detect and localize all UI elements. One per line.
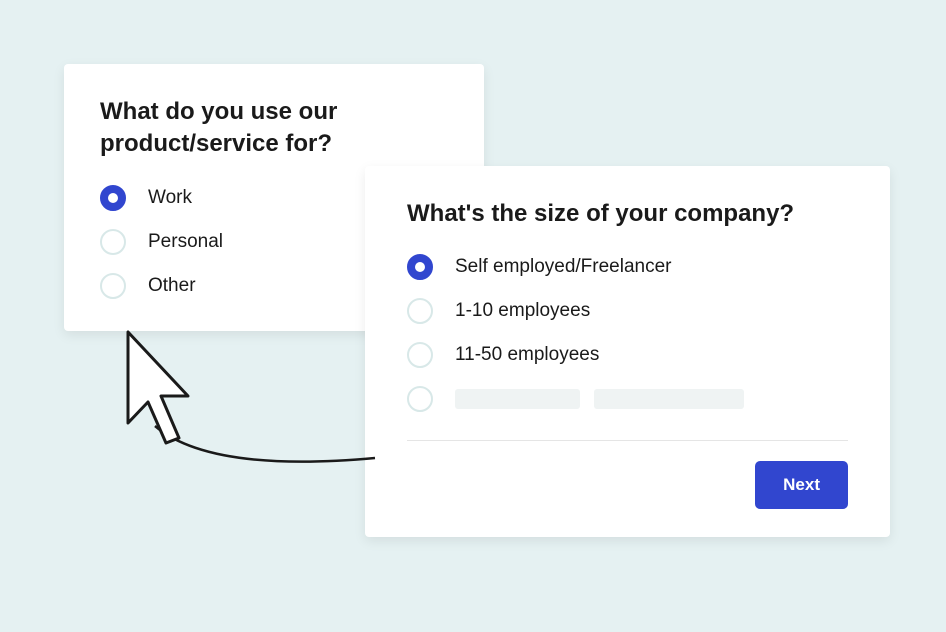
radio-icon [100,185,126,211]
question-company-size: What's the size of your company? [407,198,848,230]
card-footer: Next [407,461,848,509]
placeholder-bar [594,389,744,409]
survey-card-company-size: What's the size of your company? Self em… [365,166,890,537]
option-label: 11-50 employees [455,344,599,366]
divider [407,440,848,441]
option-self-employed[interactable]: Self employed/Freelancer [407,254,848,280]
cursor-arrow-icon [98,326,193,456]
radio-icon [407,298,433,324]
option-label: Personal [148,231,223,253]
placeholder-bar [455,389,580,409]
question-usage: What do you use our product/service for? [100,96,448,161]
option-label: Self employed/Freelancer [455,256,672,278]
option-placeholder [407,386,848,412]
next-button[interactable]: Next [755,461,848,509]
radio-icon [100,273,126,299]
radio-icon [100,229,126,255]
radio-icon [407,254,433,280]
radio-icon [407,342,433,368]
option-label: Other [148,275,196,297]
option-label: 1-10 employees [455,300,590,322]
option-1-10[interactable]: 1-10 employees [407,298,848,324]
options-list-company-size: Self employed/Freelancer 1-10 employees … [407,254,848,412]
option-11-50[interactable]: 11-50 employees [407,342,848,368]
radio-icon [407,386,433,412]
option-label: Work [148,187,192,209]
placeholder-bars [455,389,744,409]
